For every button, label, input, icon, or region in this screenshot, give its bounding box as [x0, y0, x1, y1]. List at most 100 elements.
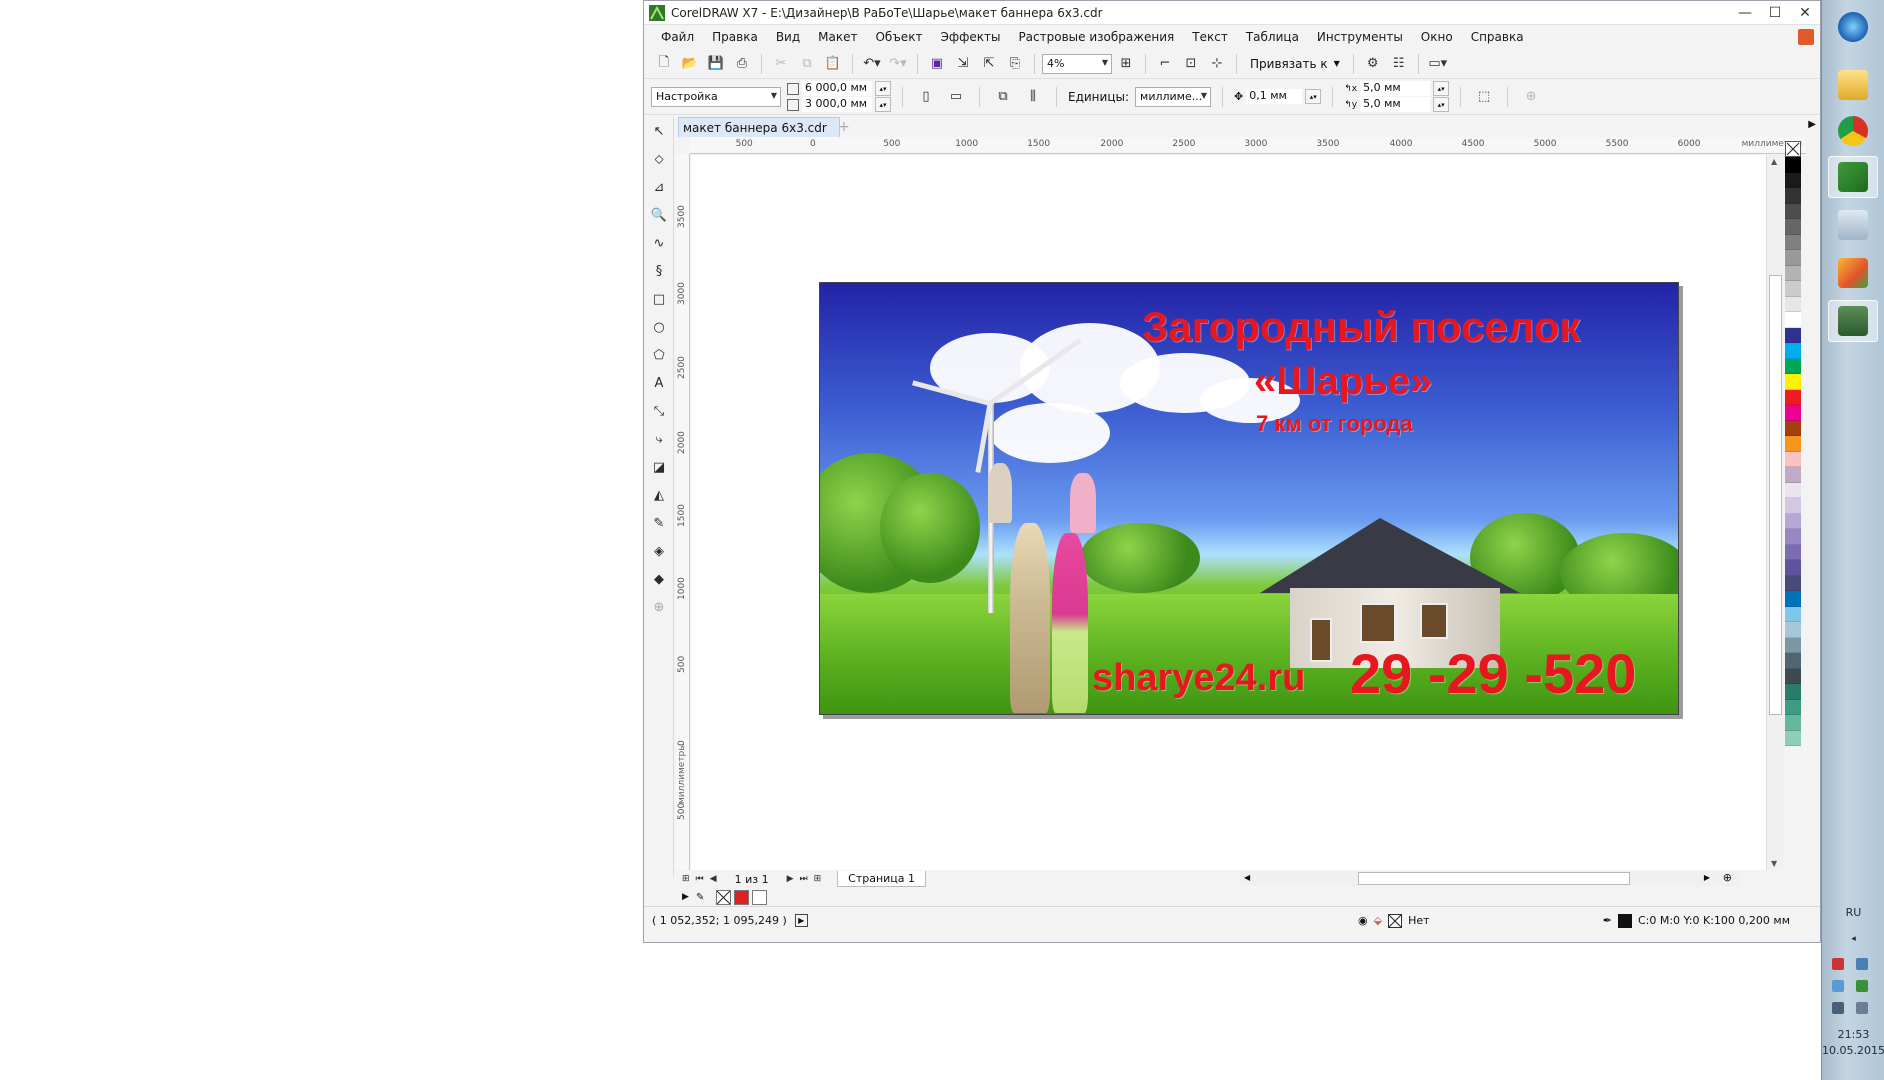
menu-item[interactable]: Растровые изображения: [1009, 30, 1183, 44]
welcome-screen-icon[interactable]: ▭▾: [1426, 52, 1450, 76]
user-account-icon[interactable]: [1798, 29, 1814, 45]
color-swatch[interactable]: [1785, 389, 1801, 405]
document-tab[interactable]: макет баннера 6х3.cdr: [678, 117, 840, 137]
color-proof-icon[interactable]: ◉: [1358, 914, 1368, 927]
show-guidelines-icon[interactable]: ⊹: [1205, 52, 1229, 76]
color-swatch[interactable]: [1785, 684, 1801, 700]
color-swatch[interactable]: [1785, 591, 1801, 607]
new-document-icon[interactable]: 🗋: [652, 52, 676, 76]
duplicate-x-field[interactable]: 5,0 мм: [1360, 81, 1431, 96]
menu-item[interactable]: Вид: [767, 30, 809, 44]
color-swatch[interactable]: [1785, 622, 1801, 638]
color-swatch[interactable]: [1785, 281, 1801, 297]
height-spinner[interactable]: ▴▾: [875, 97, 891, 112]
add-tool-icon[interactable]: ⊕: [644, 593, 674, 621]
add-page-after-icon[interactable]: ⊞: [814, 874, 822, 884]
text-tool-icon[interactable]: A: [644, 369, 674, 397]
color-swatch[interactable]: [1785, 234, 1801, 250]
artistic-media-tool-icon[interactable]: §: [644, 257, 674, 285]
snap-to-dropdown[interactable]: Привязать к ▼: [1244, 57, 1346, 71]
tray-device-icon[interactable]: [1832, 980, 1844, 992]
color-swatch[interactable]: [1785, 250, 1801, 266]
palette-expand-icon[interactable]: ▶: [682, 892, 689, 902]
current-page-icon[interactable]: ⫼: [1021, 85, 1045, 109]
tray-security-icon[interactable]: [1856, 980, 1868, 992]
color-swatch[interactable]: [1785, 358, 1801, 374]
landscape-icon[interactable]: ▭: [944, 85, 968, 109]
shape-tool-icon[interactable]: ⬦: [644, 145, 674, 173]
color-swatch[interactable]: [1785, 188, 1801, 204]
no-color-swatch[interactable]: [716, 889, 731, 905]
taskbar-explorer[interactable]: [1828, 64, 1878, 106]
menu-item[interactable]: Правка: [703, 30, 767, 44]
add-page-before-icon[interactable]: ⊞: [682, 874, 690, 884]
menu-item[interactable]: Таблица: [1237, 30, 1308, 44]
taskbar-calculator[interactable]: [1828, 204, 1878, 246]
page-height-field[interactable]: 3 000,0 мм: [802, 97, 872, 112]
taskbar-app-orange[interactable]: [1828, 252, 1878, 294]
menu-item[interactable]: Инструменты: [1308, 30, 1412, 44]
color-swatch[interactable]: [1785, 668, 1801, 684]
full-screen-preview-icon[interactable]: ⊞: [1114, 52, 1138, 76]
banner-artwork[interactable]: Загородный поселок «Шарье» 7 км от город…: [819, 282, 1679, 715]
menu-item[interactable]: Объект: [866, 30, 931, 44]
drop-shadow-tool-icon[interactable]: ◪: [644, 453, 674, 481]
taskbar-coreldraw[interactable]: [1828, 156, 1878, 198]
connector-tool-icon[interactable]: ⤷: [644, 425, 674, 453]
crop-tool-icon[interactable]: ⊿: [644, 173, 674, 201]
color-swatch[interactable]: [1785, 715, 1801, 731]
zoom-level-combo[interactable]: 4% ▼: [1042, 53, 1112, 74]
redo-icon[interactable]: ↷▾: [886, 52, 910, 76]
duplicate-x-spinner[interactable]: ▴▾: [1433, 81, 1450, 96]
horizontal-scrollbar[interactable]: ◀ ▶ ⊕: [1240, 871, 1740, 886]
scrollbar-thumb[interactable]: [1769, 275, 1782, 715]
transparency-tool-icon[interactable]: ◭: [644, 481, 674, 509]
color-swatch[interactable]: [1785, 327, 1801, 343]
color-swatch[interactable]: [1785, 374, 1801, 390]
tab-scroll-right-icon[interactable]: ▶: [1808, 119, 1816, 130]
duplicate-y-field[interactable]: 5,0 мм: [1360, 97, 1431, 112]
fill-bucket-icon[interactable]: ⬙: [1374, 914, 1382, 927]
color-swatch[interactable]: [1785, 730, 1801, 746]
zoom-tool-icon[interactable]: 🔍: [644, 201, 674, 229]
tray-alert-icon[interactable]: [1832, 958, 1844, 970]
language-indicator[interactable]: RU: [1822, 906, 1884, 919]
parallel-dimension-tool-icon[interactable]: ⤡: [644, 397, 674, 425]
duplicate-y-spinner[interactable]: ▴▾: [1433, 97, 1450, 112]
color-swatch[interactable]: [1785, 575, 1801, 591]
publish-pdf-icon[interactable]: ⎘: [1003, 52, 1027, 76]
scroll-left-icon[interactable]: ◀: [1244, 873, 1250, 882]
all-pages-icon[interactable]: ⧉: [991, 85, 1015, 109]
color-swatch[interactable]: [1785, 606, 1801, 622]
clock-time[interactable]: 21:53: [1822, 1028, 1884, 1041]
scrollbar-thumb[interactable]: [1358, 872, 1630, 885]
document-color-swatch[interactable]: [734, 889, 749, 905]
nudge-spinner[interactable]: ▴▾: [1305, 89, 1322, 104]
color-swatch[interactable]: [1785, 482, 1801, 498]
import-icon[interactable]: ⇲: [951, 52, 975, 76]
smart-fill-tool-icon[interactable]: ◆: [644, 565, 674, 593]
show-hidden-icons-icon[interactable]: ◂: [1822, 934, 1884, 944]
next-page-icon[interactable]: ▶: [787, 874, 794, 884]
clock-date[interactable]: 10.05.2015: [1822, 1044, 1884, 1057]
width-spinner[interactable]: ▴▾: [875, 81, 891, 96]
color-swatch[interactable]: [1785, 265, 1801, 281]
menu-item[interactable]: Файл: [652, 30, 703, 44]
application-launcher-icon[interactable]: ☷: [1387, 52, 1411, 76]
copy-icon[interactable]: ⧉: [795, 52, 819, 76]
color-swatch[interactable]: [1785, 343, 1801, 359]
horizontal-ruler[interactable]: миллиметры 500 0 500 1000 1500 2000 2500 3000 35…: [690, 137, 1806, 154]
export-icon[interactable]: ⇱: [977, 52, 1001, 76]
color-swatch[interactable]: [1785, 312, 1801, 328]
color-swatch[interactable]: [1785, 653, 1801, 669]
new-tab-plus-icon[interactable]: +: [838, 119, 850, 135]
first-page-icon[interactable]: ⏮: [696, 874, 704, 884]
color-swatch[interactable]: [1785, 529, 1801, 545]
outline-color-swatch[interactable]: [1617, 913, 1632, 928]
color-swatch[interactable]: [1785, 420, 1801, 436]
polygon-tool-icon[interactable]: ⬠: [644, 341, 674, 369]
color-swatch[interactable]: [1785, 699, 1801, 715]
open-folder-icon[interactable]: 📂: [678, 52, 702, 76]
cut-icon[interactable]: ✂: [769, 52, 793, 76]
menu-item[interactable]: Окно: [1412, 30, 1462, 44]
